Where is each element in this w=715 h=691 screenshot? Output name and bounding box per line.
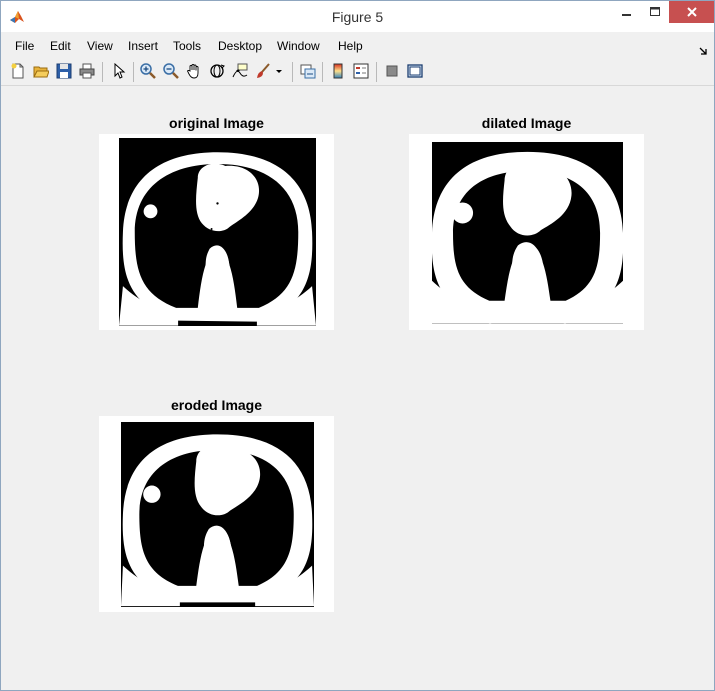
new-figure-icon[interactable]: [9, 62, 27, 80]
menu-desktop[interactable]: Desktop: [218, 39, 262, 53]
legend-icon[interactable]: [352, 62, 370, 80]
axes-dilated[interactable]: [409, 134, 644, 330]
figure-canvas: original Image dilated Image eroded Imag…: [7, 87, 710, 685]
axes-title-eroded: eroded Image: [170, 397, 263, 413]
toolbar-separator: [133, 62, 134, 82]
show-plot-tools-icon[interactable]: [406, 62, 424, 80]
edit-plot-arrow-icon[interactable]: [110, 62, 128, 80]
hide-plot-tools-icon[interactable]: [383, 62, 401, 80]
menu-help[interactable]: Help: [338, 39, 363, 53]
axes-original[interactable]: [99, 134, 334, 330]
menu-tools[interactable]: Tools: [173, 39, 201, 53]
brush-icon[interactable]: [254, 62, 272, 80]
link-plot-icon[interactable]: [299, 62, 317, 80]
axes-title-dilated: dilated Image: [481, 115, 572, 131]
save-icon[interactable]: [55, 62, 73, 80]
close-icon: [686, 7, 697, 17]
data-cursor-icon[interactable]: [231, 62, 249, 80]
window-title: Figure 5: [331, 9, 384, 25]
axes-title-original: original Image: [169, 115, 264, 131]
menu-insert[interactable]: Insert: [128, 39, 158, 53]
minimize-button[interactable]: [613, 1, 641, 23]
rotate-3d-icon[interactable]: [208, 62, 226, 80]
print-icon[interactable]: [78, 62, 96, 80]
menu-window[interactable]: Window: [277, 39, 320, 53]
maximize-button[interactable]: [641, 1, 669, 23]
open-file-icon[interactable]: [32, 62, 50, 80]
image-dilated: [432, 142, 623, 324]
figure-window: Figure 5 File Edit View Insert Tools Des…: [0, 0, 715, 691]
zoom-in-icon[interactable]: [139, 62, 157, 80]
colorbar-icon[interactable]: [329, 62, 347, 80]
menu-view[interactable]: View: [87, 39, 113, 53]
pan-hand-icon[interactable]: [185, 62, 203, 80]
axes-eroded[interactable]: [99, 416, 334, 612]
menu-file[interactable]: File: [15, 39, 34, 53]
title-bar[interactable]: Figure 5: [1, 1, 714, 32]
figure-toolbar: [1, 59, 714, 86]
close-button[interactable]: [669, 1, 714, 23]
toolbar-separator: [292, 62, 293, 82]
brush-dropdown-icon[interactable]: [274, 62, 284, 80]
toolbar-separator: [322, 62, 323, 82]
image-eroded: [121, 422, 314, 607]
toolbar-separator: [376, 62, 377, 82]
image-original: [119, 138, 316, 326]
maximize-icon: [650, 7, 660, 16]
minimize-icon: [622, 14, 631, 16]
zoom-out-icon[interactable]: [162, 62, 180, 80]
menu-bar: File Edit View Insert Tools Desktop Wind…: [1, 36, 714, 57]
toolbar-separator: [102, 62, 103, 82]
menu-edit[interactable]: Edit: [50, 39, 71, 53]
dock-arrow-icon[interactable]: [698, 41, 708, 55]
